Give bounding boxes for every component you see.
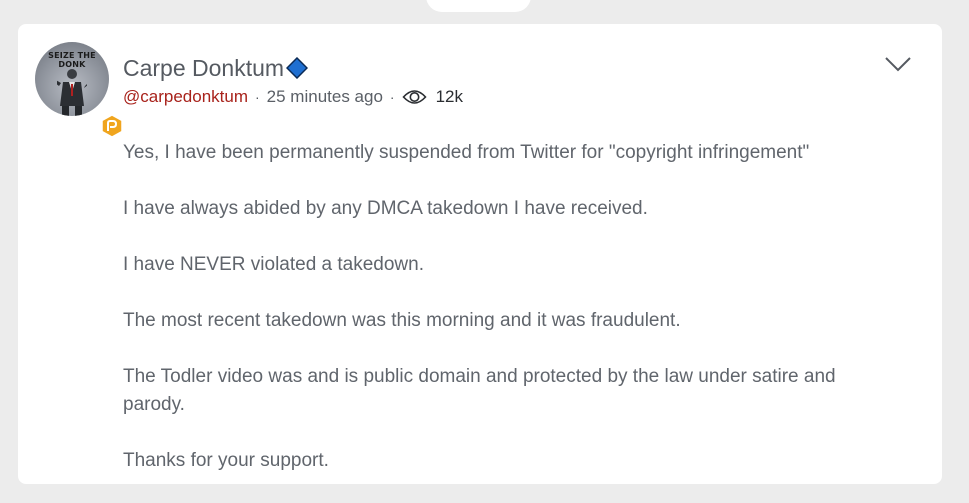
chevron-down-icon[interactable] [884,54,912,74]
meta-separator: · [389,89,395,105]
view-count: 12k [435,87,464,106]
author-name-text: Carpe Donktum [123,55,285,81]
avatar-figure-image [57,69,87,116]
post-card: SEIZE THE DONK Carpe Donktum @carpedonkt… [18,24,942,484]
author-handle[interactable]: @carpedonktum [123,87,248,107]
verified-diamond-icon [286,57,309,79]
post-paragraph: The most recent takedown was this mornin… [123,310,681,331]
top-tab-pill[interactable] [426,0,531,12]
post-paragraph: The Todler video was and is public domai… [123,366,836,415]
post-paragraph: Thanks for your support. [123,450,329,471]
eye-icon [402,90,427,104]
avatar[interactable]: SEIZE THE DONK [35,42,109,116]
post-timestamp: 25 minutes ago [266,87,383,106]
parler-badge-icon [101,114,123,138]
post-paragraph: Yes, I have been permanently suspended f… [123,142,810,163]
post-body: Yes, I have been permanently suspended f… [123,139,883,503]
post-paragraph: I have always abided by any DMCA takedow… [123,198,648,219]
post-paragraph: I have NEVER violated a takedown. [123,254,425,275]
post-meta: @carpedonktum · 25 minutes ago · 12k [123,86,463,108]
meta-separator: · [255,89,260,105]
author-name[interactable]: Carpe Donktum [123,54,309,82]
